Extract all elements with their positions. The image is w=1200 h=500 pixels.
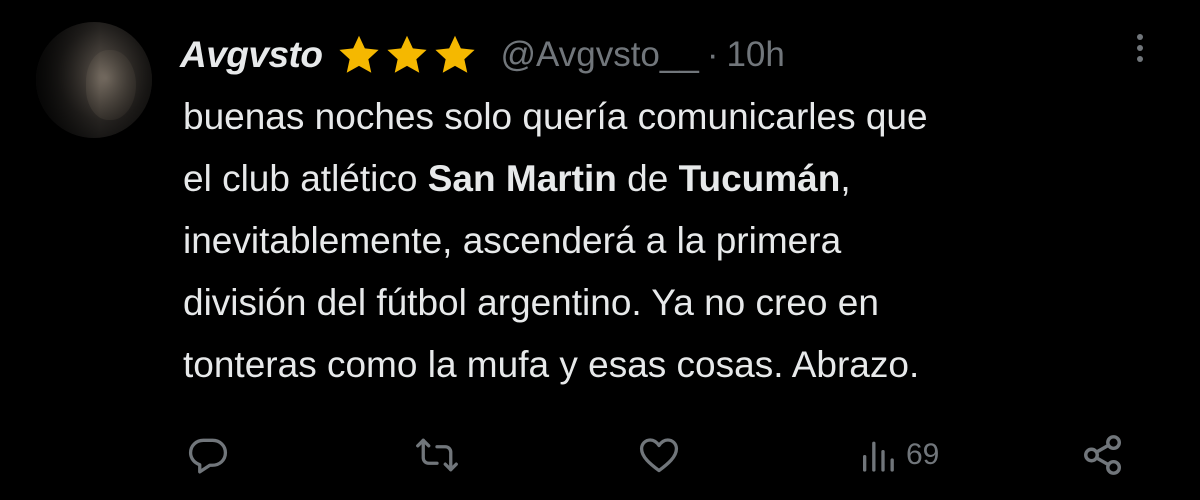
badge-stars (336, 33, 478, 77)
views-button[interactable]: 69 (858, 425, 939, 485)
separator-dot: · (706, 35, 719, 74)
share-button[interactable] (1080, 425, 1126, 485)
like-button[interactable] (636, 425, 682, 485)
retweet-icon (416, 438, 458, 472)
reply-button[interactable] (186, 425, 230, 485)
tweet-text-line: inevitablemente, ascenderá a la primera (183, 220, 842, 261)
timestamp[interactable]: 10h (726, 35, 784, 75)
tweet-text-segment: de (616, 158, 679, 199)
tweet-text-line: buenas noches solo quería comunicarles q… (183, 96, 928, 137)
more-dot (1137, 34, 1143, 40)
star-icon (435, 35, 476, 73)
tweet-text-segment: el club atlético (183, 158, 428, 199)
bold-text-city: Tucumán (678, 158, 841, 199)
more-dot (1137, 45, 1143, 51)
avatar-shade (36, 22, 152, 138)
views-count: 69 (906, 438, 940, 471)
more-options-icon[interactable] (1128, 28, 1152, 68)
views-icon (863, 441, 894, 472)
tweet-text: buenas noches solo quería comunicarles q… (183, 86, 1173, 396)
tweet-text-line: división del fútbol argentino. Ya no cre… (183, 282, 879, 323)
avatar[interactable] (36, 22, 152, 138)
more-dot (1137, 56, 1143, 62)
tweet-text-line: tonteras como la mufa y esas cosas. Abra… (183, 344, 920, 385)
share-icon (1084, 435, 1122, 475)
action-bar: 69 (0, 425, 1200, 485)
retweet-button[interactable] (414, 425, 460, 485)
star-icon (387, 35, 428, 73)
bold-text-club: San Martin (427, 158, 617, 199)
reply-icon (188, 438, 228, 474)
star-icon (339, 35, 380, 73)
tweet-text-segment: , (840, 158, 851, 199)
tweet-header: Avgvsto @Avgvsto__ · 10h (180, 30, 785, 80)
display-name[interactable]: Avgvsto (180, 34, 323, 76)
tweet-text-line: el club atlético San Martin de Tucumán, (183, 148, 1173, 210)
tweet[interactable]: Avgvsto @Avgvsto__ · 10h buenas noches s… (0, 0, 1200, 500)
heart-icon (639, 438, 679, 473)
user-handle[interactable]: @Avgvsto__ (500, 35, 698, 75)
